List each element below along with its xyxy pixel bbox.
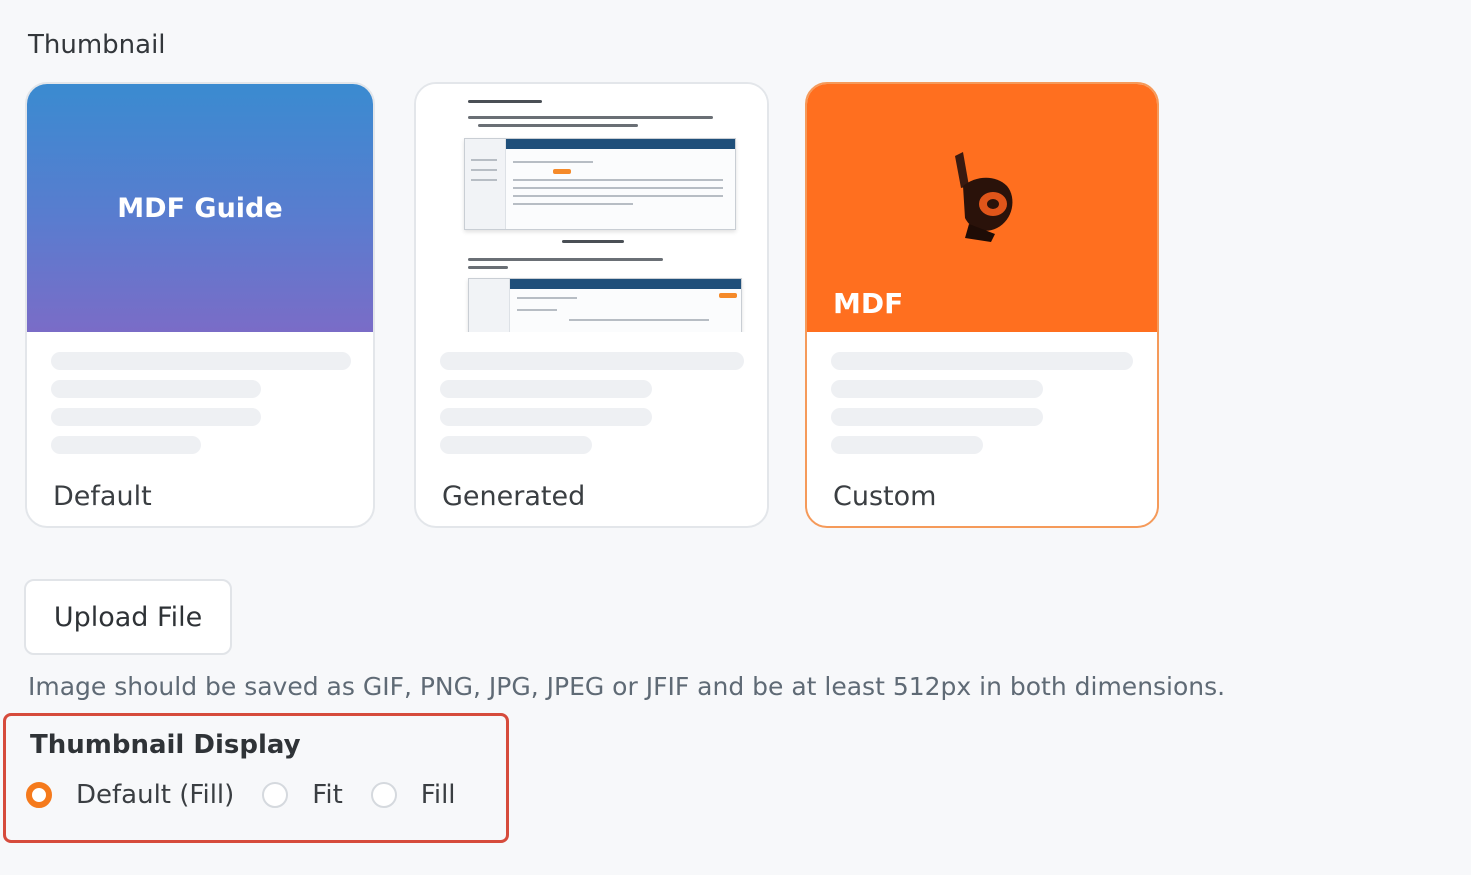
placeholder-text-lines (807, 332, 1157, 454)
generated-thumbnail-preview (416, 84, 767, 332)
thumbnail-option-default-card[interactable]: MDF Guide Default (25, 82, 375, 528)
radio-fill[interactable]: Fill (370, 780, 456, 810)
skeleton-line (440, 408, 652, 426)
radio-default-fill[interactable]: Default (Fill) (26, 780, 234, 810)
radio-indicator[interactable] (262, 782, 289, 808)
thumbnail-display-radio-group: Default (Fill) Fit Fill (26, 780, 484, 810)
radio-fit[interactable]: Fit (262, 780, 343, 810)
skeleton-line (51, 352, 351, 370)
upload-file-button[interactable]: Upload File (24, 579, 232, 655)
card-label-custom: Custom (833, 481, 937, 512)
skeleton-line (51, 436, 201, 454)
skeleton-line (51, 408, 261, 426)
placeholder-text-lines (27, 332, 373, 454)
megaphone-icon (955, 152, 1013, 242)
skeleton-line (831, 408, 1043, 426)
thumbnail-option-custom-card[interactable]: MDF Custom (805, 82, 1159, 528)
skeleton-line (440, 352, 744, 370)
default-thumbnail-preview: MDF Guide (27, 84, 373, 332)
upload-requirements-hint: Image should be saved as GIF, PNG, JPG, … (28, 672, 1226, 701)
skeleton-line (831, 436, 983, 454)
default-thumbnail-title: MDF Guide (117, 192, 283, 224)
thumbnail-display-group: Thumbnail Display Default (Fill) Fit Fil… (3, 713, 509, 843)
placeholder-text-lines (416, 332, 767, 454)
thumbnail-option-generated-card[interactable]: Generated (414, 82, 769, 528)
skeleton-line (831, 352, 1133, 370)
custom-thumbnail-title: MDF (833, 287, 904, 320)
document-preview-image (416, 84, 767, 332)
radio-indicator-selected[interactable] (26, 782, 52, 808)
skeleton-line (831, 380, 1043, 398)
skeleton-line (440, 380, 652, 398)
radio-label: Fill (420, 780, 456, 810)
radio-label: Fit (312, 780, 343, 810)
skeleton-line (51, 380, 261, 398)
card-label-default: Default (53, 481, 152, 512)
thumbnail-section-title: Thumbnail (28, 30, 166, 60)
skeleton-line (440, 436, 592, 454)
custom-thumbnail-preview: MDF (807, 84, 1157, 332)
radio-label: Default (Fill) (76, 780, 235, 810)
card-label-generated: Generated (442, 481, 586, 512)
thumbnail-display-title: Thumbnail Display (30, 730, 301, 760)
radio-indicator[interactable] (370, 782, 397, 808)
